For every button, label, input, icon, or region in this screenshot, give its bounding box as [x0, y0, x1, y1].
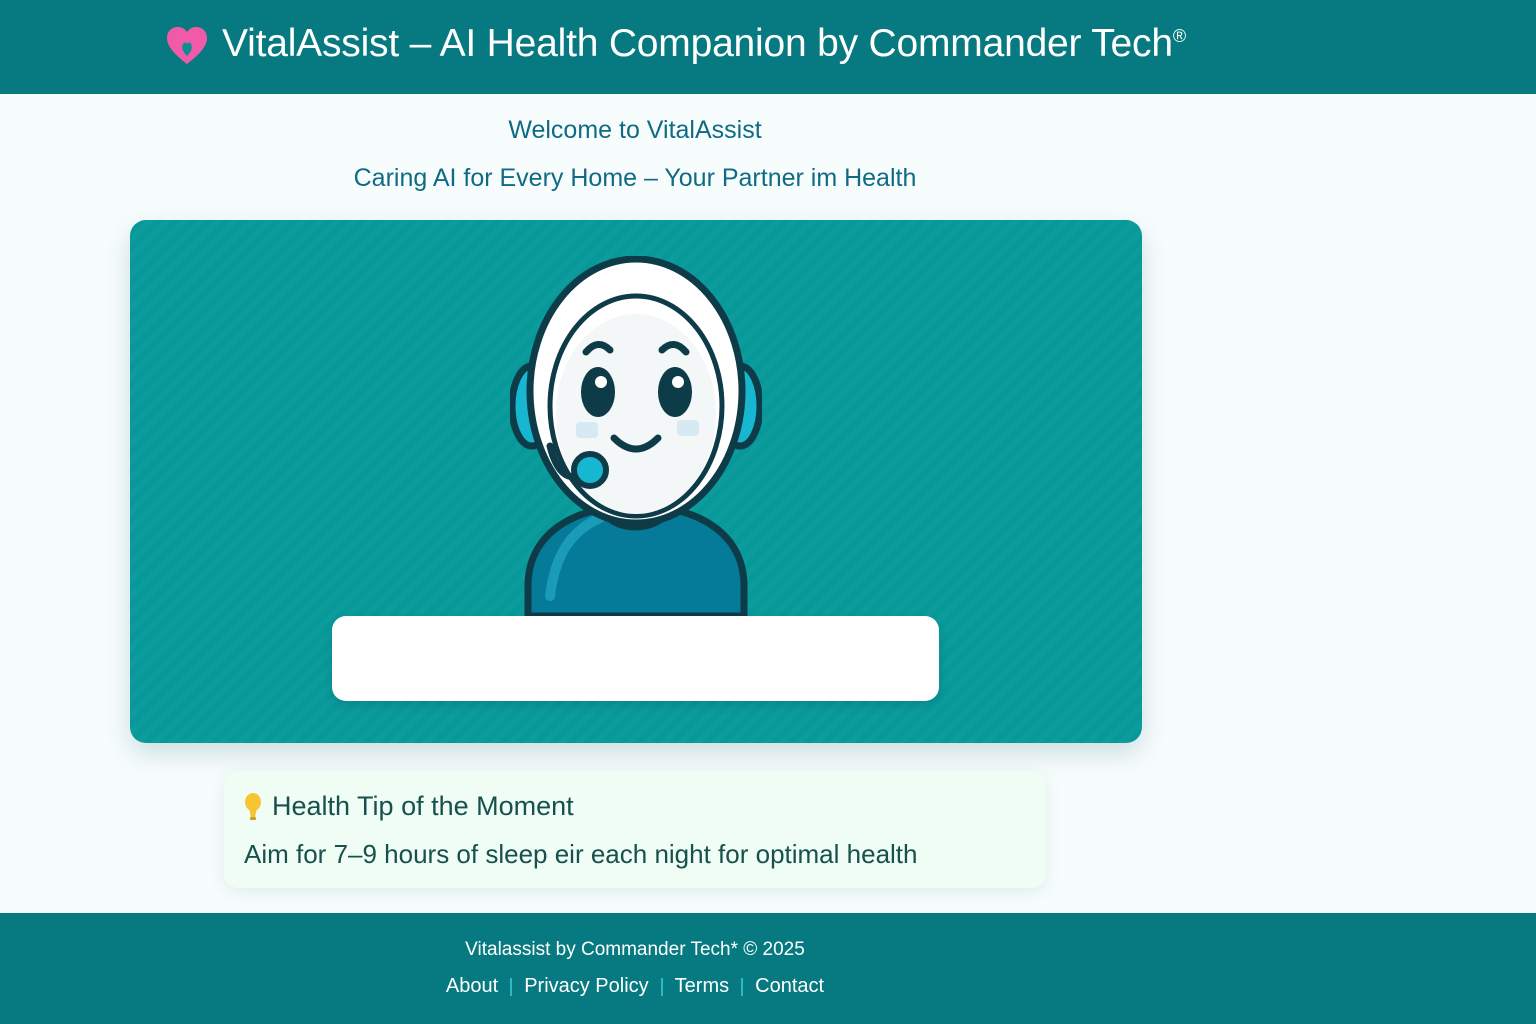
tip-text: Aim for 7–9 hours of sleep eir each nigh…	[244, 839, 918, 869]
tip-title: Health Tip of the Moment	[272, 791, 574, 821]
footer-link-terms[interactable]: Terms	[663, 975, 741, 998]
lightbulb-icon	[245, 793, 261, 820]
app-title: VitalAssist – AI Health Companion by Com…	[222, 22, 1186, 65]
footer-link-privacy[interactable]: Privacy Policy	[512, 975, 660, 998]
tagline: Caring AI for Every Home – Your Partner …	[353, 164, 917, 192]
copyright-text: Vitalassist by Commander Tech* © 2025	[465, 939, 805, 960]
footer-nav: About Privacy Policy Terms Contact	[0, 975, 1270, 998]
assistant-avatar	[510, 256, 762, 616]
trademark-mark: ®	[1172, 26, 1186, 46]
chat-input[interactable]	[332, 616, 939, 701]
assistant-panel	[130, 220, 1142, 743]
heart-icon	[167, 27, 207, 64]
app-header: VitalAssist – AI Health Companion by Com…	[0, 0, 1536, 94]
footer-link-contact[interactable]: Contact	[743, 975, 836, 998]
welcome-heading: Welcome to VitalAssist	[508, 116, 762, 144]
health-tip-card: Health Tip of the Moment Aim for 7–9 hou…	[224, 771, 1046, 888]
app-footer: Vitalassist by Commander Tech* © 2025 Ab…	[0, 913, 1536, 1024]
footer-link-about[interactable]: About	[434, 975, 510, 998]
